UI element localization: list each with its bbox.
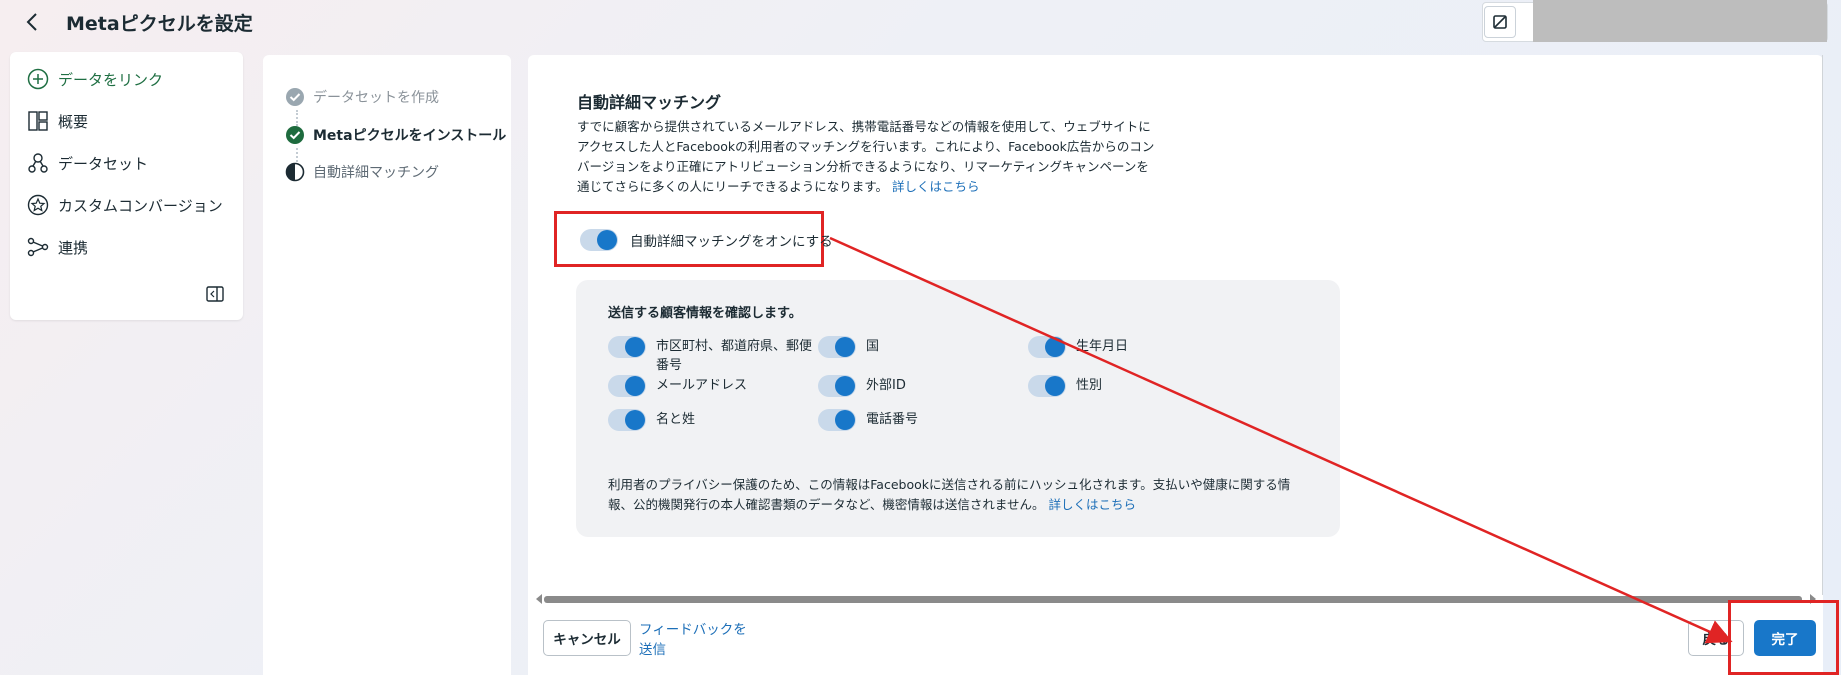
- field-email: メールアドレス: [608, 375, 816, 397]
- field-birthdate: 生年月日: [1028, 336, 1236, 358]
- description-text: すでに顧客から提供されているメールアドレス、携帯電話番号などの情報を使用して、ウ…: [577, 119, 1155, 194]
- step-label: データセットを作成: [313, 90, 439, 106]
- main-panel: 自動詳細マッチング すでに顧客から提供されているメールアドレス、携帯電話番号など…: [528, 55, 1823, 675]
- field-toggle[interactable]: [608, 409, 646, 431]
- field-toggle[interactable]: [818, 375, 856, 397]
- sidebar-item-label: データセット: [58, 154, 149, 173]
- step-connector: [296, 148, 298, 162]
- field-country: 国: [818, 336, 1026, 358]
- page-title: Metaピクセルを設定: [66, 13, 253, 35]
- sidebar: データをリンク 概要 データセット カスタムコンバージョン 連携: [10, 52, 243, 320]
- layout-icon: [26, 109, 50, 133]
- scroll-left-icon[interactable]: [536, 594, 542, 604]
- step-create-dataset[interactable]: データセットを作成: [285, 87, 439, 107]
- collapse-sidebar-icon[interactable]: [205, 284, 225, 304]
- field-toggle[interactable]: [818, 336, 856, 358]
- panel-heading: 送信する顧客情報を確認します。: [608, 306, 802, 321]
- field-label: メールアドレス: [656, 378, 748, 393]
- field-label: 生年月日: [1076, 339, 1129, 354]
- sidebar-item-overview[interactable]: 概要: [26, 106, 88, 136]
- field-label: 性別: [1076, 378, 1103, 393]
- dataset-icon: [26, 151, 50, 175]
- field-name: 名と姓: [608, 409, 816, 431]
- horizontal-scrollbar[interactable]: [536, 593, 1816, 605]
- field-label: 電話番号: [866, 412, 919, 427]
- sidebar-item-link-data[interactable]: データをリンク: [26, 64, 163, 94]
- field-label: 国: [866, 339, 880, 354]
- field-city-state-zip: 市区町村、都道府県、郵便番号: [608, 336, 816, 375]
- field-gender: 性別: [1028, 375, 1236, 397]
- privacy-note-text: 利用者のプライバシー保護のため、この情報はFacebookに送信される前にハッシ…: [608, 477, 1291, 512]
- auto-matching-toggle-row: 自動詳細マッチングをオンにする: [580, 229, 833, 251]
- privacy-note: 利用者のプライバシー保護のため、この情報はFacebookに送信される前にハッシ…: [608, 475, 1308, 515]
- step-label: Metaピクセルをインストール: [313, 128, 507, 144]
- sidebar-item-label: 連携: [58, 238, 89, 257]
- step-connector: [296, 110, 298, 126]
- annotation-highlight-box: [1728, 600, 1839, 675]
- back-arrow-icon[interactable]: [20, 8, 44, 36]
- top-bar: Metaピクセルを設定: [0, 0, 1841, 44]
- step-install-pixel[interactable]: Metaピクセルをインストール: [285, 125, 506, 145]
- field-toggle[interactable]: [608, 336, 646, 358]
- sidebar-item-integrations[interactable]: 連携: [26, 232, 88, 262]
- field-label: 名と姓: [656, 412, 696, 427]
- check-circle-icon: [286, 126, 304, 144]
- integration-icon: [26, 235, 50, 259]
- star-circle-icon: [26, 193, 50, 217]
- step-advanced-matching[interactable]: 自動詳細マッチング: [285, 162, 439, 182]
- field-external-id: 外部ID: [818, 375, 1026, 397]
- plus-circle-icon: [26, 67, 50, 91]
- sidebar-item-label: カスタムコンバージョン: [58, 196, 223, 215]
- section-title: 自動詳細マッチング: [577, 93, 722, 112]
- scrollbar-thumb[interactable]: [544, 596, 1802, 603]
- step-label: 自動詳細マッチング: [313, 165, 439, 181]
- sidebar-item-label: 概要: [58, 112, 89, 131]
- learn-more-link[interactable]: 詳しくはこちら: [892, 179, 980, 194]
- setup-steps: データセットを作成 Metaピクセルをインストール 自動詳細マッチング: [263, 55, 511, 675]
- field-toggle[interactable]: [608, 375, 646, 397]
- toggle-label: 自動詳細マッチングをオンにする: [630, 234, 833, 250]
- cancel-button[interactable]: キャンセル: [543, 620, 631, 656]
- sidebar-item-custom-conversions[interactable]: カスタムコンバージョン: [26, 190, 223, 220]
- field-phone: 電話番号: [818, 409, 1026, 431]
- privacy-learn-more-link[interactable]: 詳しくはこちら: [1049, 497, 1137, 512]
- field-toggle[interactable]: [1028, 336, 1066, 358]
- sidebar-item-datasets[interactable]: データセット: [26, 148, 148, 178]
- auto-matching-toggle[interactable]: [580, 229, 618, 251]
- field-toggle[interactable]: [1028, 375, 1066, 397]
- field-toggle[interactable]: [818, 409, 856, 431]
- vertical-scrollbar[interactable]: [1822, 55, 1823, 595]
- customer-info-panel: 送信する顧客情報を確認します。 市区町村、都道府県、郵便番号 国 生年月日 メー…: [576, 280, 1340, 537]
- send-feedback-link[interactable]: フィードバックを送信: [639, 620, 759, 658]
- check-circle-icon: [286, 88, 304, 106]
- field-label: 外部ID: [866, 378, 906, 393]
- half-circle-icon: [285, 162, 305, 182]
- section-description: すでに顧客から提供されているメールアドレス、携帯電話番号などの情報を使用して、ウ…: [577, 117, 1157, 197]
- edit-off-icon[interactable]: [1484, 6, 1516, 38]
- sidebar-item-label: データをリンク: [58, 70, 164, 89]
- redacted-area: [1533, 0, 1827, 42]
- field-label: 市区町村、都道府県、郵便番号: [656, 339, 813, 373]
